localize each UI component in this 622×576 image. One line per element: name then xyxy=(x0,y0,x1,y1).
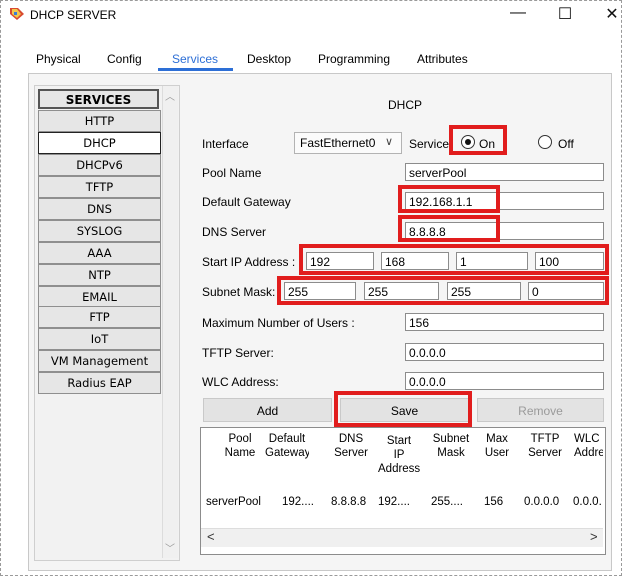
service-off-radio[interactable] xyxy=(538,135,552,149)
sidebar-item-email[interactable]: EMAIL xyxy=(38,286,161,308)
dns-server-field[interactable]: 8.8.8.8 xyxy=(405,222,604,240)
tab-desktop[interactable]: Desktop xyxy=(247,52,291,66)
service-label: Service xyxy=(409,137,450,151)
tftp-server-label: TFTP Server: xyxy=(202,346,274,360)
sidebar-scrollbar[interactable] xyxy=(162,86,178,558)
table-cell-dns: 8.8.8.8 xyxy=(331,496,367,508)
table-header-subnet-mask[interactable]: Subnet Mask xyxy=(428,432,474,460)
table-header-dns-server[interactable]: DNS Server xyxy=(329,432,373,460)
add-button[interactable]: Add xyxy=(203,398,332,422)
sidebar-header: SERVICES xyxy=(38,89,159,109)
interface-select[interactable]: FastEthernet0 ∨ xyxy=(294,132,402,154)
table-cell-start-ip: 192.... xyxy=(378,496,410,508)
start-ip-label: Start IP Address : xyxy=(202,255,296,269)
save-button[interactable]: Save xyxy=(340,398,469,422)
interface-label: Interface xyxy=(202,137,249,151)
sidebar-item-ftp[interactable]: FTP xyxy=(38,306,161,328)
active-tab-underline xyxy=(158,68,233,71)
dhcp-section-title: DHCP xyxy=(388,98,423,112)
table-cell-gateway: 192.... xyxy=(282,496,314,508)
tab-services[interactable]: Services xyxy=(172,52,218,66)
table-cell-subnet: 255.... xyxy=(431,496,463,508)
server-app-icon xyxy=(8,6,26,22)
start-ip-octet-3[interactable]: 1 xyxy=(456,252,528,270)
sidebar-item-ntp[interactable]: NTP xyxy=(38,264,161,286)
dns-server-label: DNS Server xyxy=(202,225,267,239)
scroll-up-icon[interactable]: ︿ xyxy=(165,88,175,103)
sidebar-item-dns[interactable]: DNS xyxy=(38,198,161,220)
service-off-label: Off xyxy=(558,137,574,151)
subnet-octet-3[interactable]: 255 xyxy=(447,282,521,300)
minimize-button[interactable]: — xyxy=(508,4,528,22)
table-header-wlc-address[interactable]: WLCAddress xyxy=(574,432,603,460)
wlc-address-label: WLC Address: xyxy=(202,375,279,389)
service-on-radio[interactable] xyxy=(461,135,475,149)
subnet-octet-4[interactable]: 0 xyxy=(528,282,604,300)
service-on-label: On xyxy=(479,137,496,151)
sidebar-item-iot[interactable]: IoT xyxy=(38,328,161,350)
interface-select-value: FastEthernet0 xyxy=(300,136,376,150)
scroll-down-icon[interactable]: ﹀ xyxy=(165,540,175,555)
sidebar-item-http[interactable]: HTTP xyxy=(38,110,161,132)
sidebar-item-vm-management[interactable]: VM Management xyxy=(38,350,161,372)
window-title: DHCP SERVER xyxy=(30,8,117,22)
tab-attributes[interactable]: Attributes xyxy=(417,52,468,66)
table-horizontal-scrollbar[interactable] xyxy=(201,528,603,547)
subnet-octet-2[interactable]: 255 xyxy=(364,282,439,300)
wlc-address-field[interactable]: 0.0.0.0 xyxy=(405,372,604,390)
table-header-tftp-server[interactable]: TFTP Server xyxy=(523,432,567,460)
start-ip-octet-1[interactable]: 192 xyxy=(306,252,374,270)
scroll-right-icon[interactable]: > xyxy=(590,529,598,544)
sidebar-item-tftp[interactable]: TFTP xyxy=(38,176,161,198)
pool-name-label: Pool Name xyxy=(202,166,262,180)
table-cell-tftp: 0.0.0.0 xyxy=(524,496,560,508)
sidebar-item-radius-eap[interactable]: Radius EAP xyxy=(38,372,161,394)
table-header-max-user[interactable]: Max User xyxy=(480,432,514,460)
max-users-field[interactable]: 156 xyxy=(405,313,604,331)
table-header-pool-name[interactable]: Pool Name xyxy=(218,432,262,460)
scroll-left-icon[interactable]: < xyxy=(207,529,215,544)
tab-config[interactable]: Config xyxy=(107,52,142,66)
sidebar-item-syslog[interactable]: SYSLOG xyxy=(38,220,161,242)
start-ip-octet-4[interactable]: 100 xyxy=(535,252,604,270)
chevron-down-icon: ∨ xyxy=(385,136,394,148)
close-button[interactable]: ✕ xyxy=(603,4,621,24)
pool-name-field[interactable]: serverPool xyxy=(405,163,604,181)
table-header-default-gateway[interactable]: Default Gateway xyxy=(265,432,309,460)
table-cell-pool-name: serverPool xyxy=(206,496,261,508)
sidebar-item-aaa[interactable]: AAA xyxy=(38,242,161,264)
default-gateway-field[interactable]: 192.168.1.1 xyxy=(405,192,604,210)
tftp-server-field[interactable]: 0.0.0.0 xyxy=(405,343,604,361)
start-ip-octet-2[interactable]: 168 xyxy=(381,252,449,270)
default-gateway-label: Default Gateway xyxy=(202,195,291,209)
tab-programming[interactable]: Programming xyxy=(318,52,390,66)
tab-physical[interactable]: Physical xyxy=(36,52,81,66)
table-cell-max-user: 156 xyxy=(484,496,504,508)
subnet-octet-1[interactable]: 255 xyxy=(284,282,356,300)
remove-button: Remove xyxy=(477,398,604,422)
sidebar-item-dhcp[interactable]: DHCP xyxy=(38,132,161,154)
table-header-start-ip[interactable]: Start IP Address xyxy=(378,434,420,476)
max-users-label: Maximum Number of Users : xyxy=(202,316,355,330)
subnet-mask-label: Subnet Mask: xyxy=(202,285,276,299)
sidebar-item-dhcpv6[interactable]: DHCPv6 xyxy=(38,154,161,176)
table-cell-wlc: 0.0.0. xyxy=(573,496,602,508)
maximize-button[interactable]: ☐ xyxy=(555,4,575,24)
